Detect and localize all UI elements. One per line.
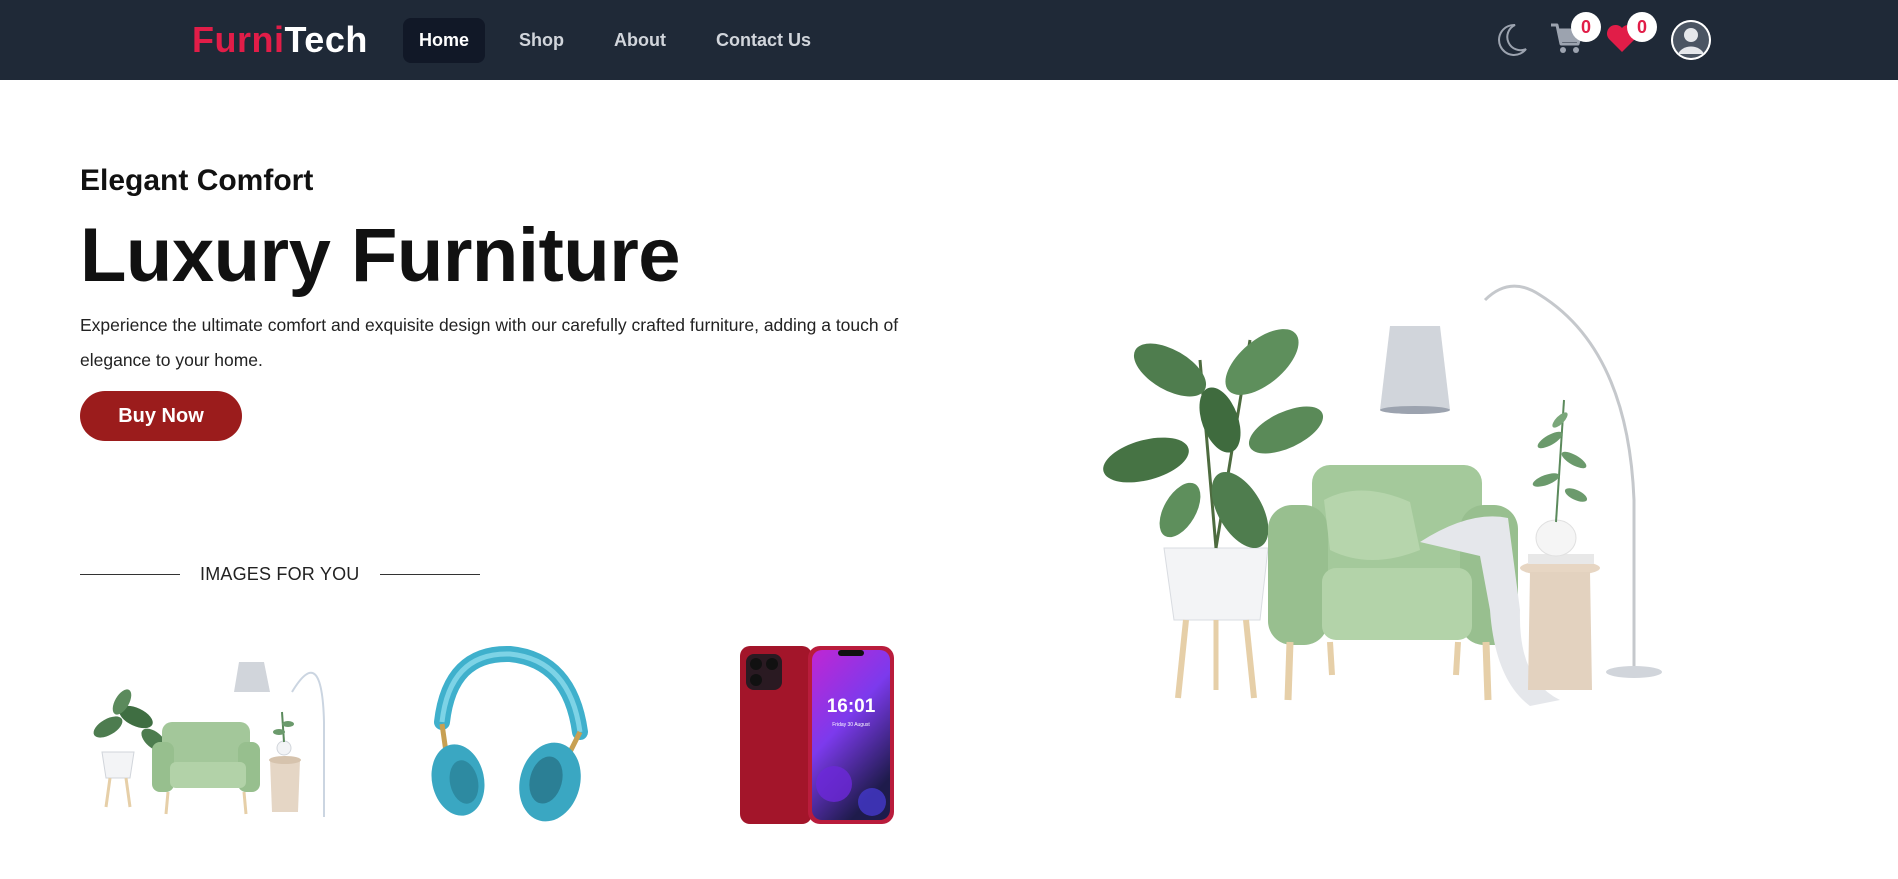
hero-furniture-image: [1090, 280, 1710, 720]
buy-now-button[interactable]: Buy Now: [80, 391, 242, 441]
images-for-you-heading: IMAGES FOR YOU: [80, 562, 480, 586]
brand-name-part1: Furni: [192, 19, 285, 60]
user-avatar-icon[interactable]: [1671, 20, 1711, 60]
hero-description: Experience the ultimate comfort and exqu…: [80, 315, 899, 370]
divider-line-left: [80, 573, 180, 575]
nav-shop[interactable]: Shop: [503, 18, 580, 63]
phone-screen-date: Friday 30 August: [832, 722, 870, 728]
images-for-you-label: IMAGES FOR YOU: [200, 563, 360, 584]
moon-icon[interactable]: [1495, 22, 1529, 58]
brand-logo[interactable]: FurniTech: [192, 20, 368, 60]
thumbnail-armchair-set[interactable]: [84, 632, 344, 832]
divider-line-right: [379, 573, 480, 575]
nav-about[interactable]: About: [598, 18, 682, 63]
hero-title: Luxury Furniture: [80, 213, 681, 298]
wishlist-count-badge: 0: [1627, 12, 1657, 42]
main-nav: Home Shop About Contact Us: [403, 18, 845, 63]
phone-screen-time: 16:01: [827, 696, 876, 717]
cart-count-badge: 0: [1571, 12, 1601, 42]
cart-button[interactable]: 0: [1549, 12, 1601, 58]
thumbnail-headphones[interactable]: [420, 632, 680, 832]
wishlist-button[interactable]: 0: [1605, 12, 1657, 58]
brand-name-part2: Tech: [284, 19, 368, 60]
thumbnail-smartphone[interactable]: 16:01 Friday 30 August: [722, 632, 982, 832]
nav-contact[interactable]: Contact Us: [700, 18, 827, 63]
hero-subtitle: Elegant Comfort: [80, 164, 314, 197]
navbar: FurniTech Home Shop About Contact Us 0 0: [0, 0, 1898, 80]
nav-home[interactable]: Home: [403, 18, 486, 63]
